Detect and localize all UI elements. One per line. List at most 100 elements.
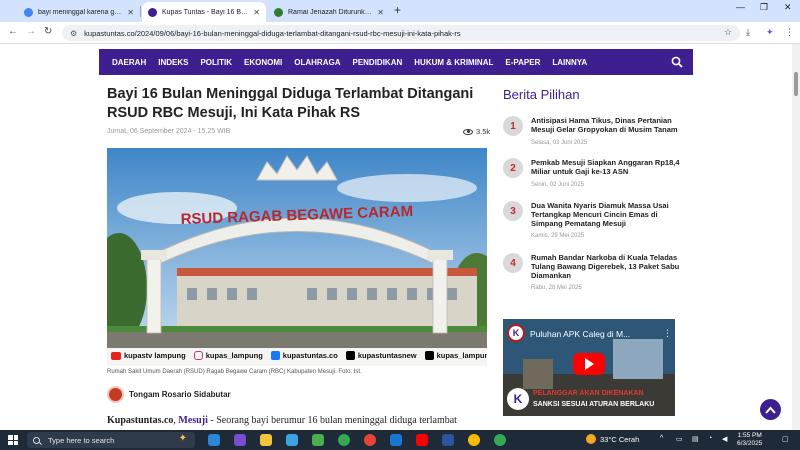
video-title[interactable]: Puluhan APK Caleg di M... [530, 329, 630, 339]
nav-lainnya[interactable]: LAINNYA [552, 58, 587, 67]
copilot-icon[interactable] [234, 434, 246, 446]
search-icon [33, 436, 40, 444]
close-tab-icon[interactable]: ✕ [377, 8, 384, 17]
view-count-value: 3.5k [476, 127, 491, 136]
berita-pilihan-item[interactable]: 3 Dua Wanita Nyaris Diamuk Massa Usai Te… [503, 201, 688, 243]
youtube-video-embed[interactable]: K Puluhan APK Caleg di M... ⋮ K PELANGGA… [503, 319, 675, 416]
task-view-icon[interactable] [208, 434, 220, 446]
pick-date: Rabu, 28 Mei 2025 [531, 285, 582, 291]
nav-politik[interactable]: POLITIK [200, 58, 232, 67]
file-explorer-icon[interactable] [260, 434, 272, 446]
menu-kebab-icon[interactable]: ⋮ [785, 27, 794, 38]
youtube-app-icon[interactable] [416, 434, 428, 446]
pick-title[interactable]: Rumah Bandar Narkoba di Kuala Teladas Tu… [531, 253, 688, 280]
nav-ekonomi[interactable]: EKONOMI [244, 58, 282, 67]
restore-icon[interactable]: ❐ [760, 2, 768, 13]
browser-toolbar: ← → ↻ ⚙ kupastuntas.co/2024/09/06/bayi-1… [0, 22, 800, 44]
social-handle: kupastuntasnew [357, 351, 417, 360]
nav-hukum-kriminal[interactable]: HUKUM & KRIMINAL [414, 58, 493, 67]
pick-title[interactable]: Pemkab Mesuji Siapkan Anggaran Rp18,4 Mi… [531, 158, 688, 176]
video-overlay-line1: PELANGGAR AKAN DIKENAKAN [533, 390, 644, 397]
scrollbar-thumb[interactable] [794, 72, 798, 96]
social-handle: kupastuntas.co [282, 351, 338, 360]
close-window-icon[interactable]: ✕ [784, 2, 792, 13]
browser-tab-1[interactable]: bayi meninggal karena ga ada ✕ [18, 2, 140, 22]
edge-icon[interactable] [286, 434, 298, 446]
pick-title[interactable]: Dua Wanita Nyaris Diamuk Massa Usai Tert… [531, 201, 688, 228]
tiktok-icon [424, 351, 434, 360]
kupastuntas-favicon-icon [148, 7, 157, 17]
taskbar-search-placeholder: Type here to search [48, 435, 115, 445]
pick-title[interactable]: Antisipasi Hama Tikus, Dinas Pertanian M… [531, 116, 688, 134]
clock-date: 6/3/2025 [737, 440, 763, 447]
social-handle: kupastv lampung [124, 351, 186, 360]
lede-place: Mesuji [178, 415, 208, 426]
web-page: DAERAH INDEKS POLITIK EKONOMI OLAHRAGA P… [0, 44, 800, 430]
notification-icon[interactable]: ▢ [782, 435, 789, 443]
volume-icon[interactable]: ◀ [722, 435, 727, 443]
pick-date: Kamis, 29 Mei 2025 [531, 233, 585, 239]
taskbar-clock[interactable]: 1:55 PM 6/3/2025 [737, 432, 762, 448]
berita-pilihan-item[interactable]: 4 Rumah Bandar Narkoba di Kuala Teladas … [503, 253, 688, 295]
tab-title: Kupas Tuntas - Bayi 16 Bulan M [162, 8, 249, 16]
nav-daerah[interactable]: DAERAH [112, 58, 146, 67]
lede-source: Kupastuntas.co [107, 415, 174, 426]
nav-pendidikan[interactable]: PENDIDIKAN [352, 58, 402, 67]
article-title: Bayi 16 Bulan Meninggal Diduga Terlambat… [107, 86, 474, 121]
nav-olahraga[interactable]: OLAHRAGA [294, 58, 340, 67]
close-tab-icon[interactable]: ✕ [127, 8, 134, 17]
author-name[interactable]: Tongam Rosario Sidabutar [129, 390, 231, 399]
nav-e-paper[interactable]: E-PAPER [505, 58, 540, 67]
browser-tab-2[interactable]: Kupas Tuntas - Bayi 16 Bulan M ✕ [142, 2, 266, 22]
social-handle: kupas_lampung [205, 351, 263, 360]
author-avatar [107, 386, 124, 403]
tray-chevron-icon[interactable]: ^ [660, 435, 663, 442]
berita-pilihan-item[interactable]: 2 Pemkab Mesuji Siapkan Anggaran Rp18,4 … [503, 158, 688, 198]
close-tab-icon[interactable]: ✕ [253, 8, 260, 17]
store-icon[interactable] [312, 434, 324, 446]
browser-tab-3[interactable]: Ramai Jenazah Diturunkan karena ✕ [268, 2, 390, 22]
youtube-icon [111, 351, 121, 360]
social-handle: kupas_lampung [436, 351, 487, 360]
zoom-icon[interactable] [390, 434, 402, 446]
chrome-active-icon[interactable] [468, 434, 480, 446]
site-info-icon[interactable]: ⚙ [70, 29, 77, 38]
display-icon[interactable]: ▤ [692, 435, 699, 443]
reload-icon[interactable]: ↻ [44, 26, 52, 37]
play-button[interactable] [573, 353, 605, 375]
forward-arrow-icon[interactable]: → [26, 26, 36, 37]
kupas-logo-icon: K [507, 388, 529, 410]
bookmark-star-icon[interactable]: ☆ [724, 27, 732, 38]
minimize-icon[interactable]: — [736, 2, 745, 12]
chrome-icon[interactable] [338, 434, 350, 446]
weather-text: 33°C Cerah [600, 434, 640, 444]
search-icon[interactable] [671, 56, 683, 68]
network-icon[interactable]: ▭ [676, 435, 683, 443]
wifi-icon[interactable]: ◔ [708, 435, 712, 442]
author-byline[interactable]: Tongam Rosario Sidabutar [107, 386, 231, 403]
facebook-icon [270, 351, 280, 360]
video-menu-icon[interactable]: ⋮ [663, 328, 672, 339]
url-text: kupastuntas.co/2024/09/06/bayi-16-bulan-… [84, 28, 461, 38]
video-overlay-line2: SANKSI SESUAI ATURAN BERLAKU [533, 401, 655, 408]
nav-indeks[interactable]: INDEKS [158, 58, 188, 67]
pick-date: Senin, 02 Juni 2025 [531, 182, 585, 188]
social-handles-bar: kupastv lampung kupas_lampung kupastunta… [111, 351, 487, 360]
weather-widget[interactable]: 33°C Cerah [586, 434, 639, 444]
article-lede: Kupastuntas.co, Mesuji - Seorang bayi be… [107, 415, 457, 426]
tab-strip: bayi meninggal karena ga ada ✕ Kupas Tun… [0, 0, 800, 22]
address-bar[interactable]: ⚙ kupastuntas.co/2024/09/06/bayi-16-bula… [62, 25, 740, 41]
download-icon[interactable]: ⤓ [746, 27, 750, 38]
windows-start-icon[interactable] [8, 435, 18, 445]
word-icon[interactable] [442, 434, 454, 446]
chrome-profile-icon[interactable] [364, 434, 376, 446]
new-tab-button[interactable]: + [394, 3, 401, 17]
back-arrow-icon[interactable]: ← [8, 26, 18, 37]
page-scrollbar[interactable] [792, 44, 800, 430]
extension-icon[interactable]: ✦ [766, 27, 774, 38]
chrome-secondary-icon[interactable] [494, 434, 506, 446]
taskbar-search-box[interactable]: Type here to search ✦ [27, 432, 195, 448]
scroll-to-top-button[interactable] [760, 399, 781, 420]
channel-avatar: K [507, 324, 525, 342]
berita-pilihan-item[interactable]: 1 Antisipasi Hama Tikus, Dinas Pertanian… [503, 116, 688, 156]
